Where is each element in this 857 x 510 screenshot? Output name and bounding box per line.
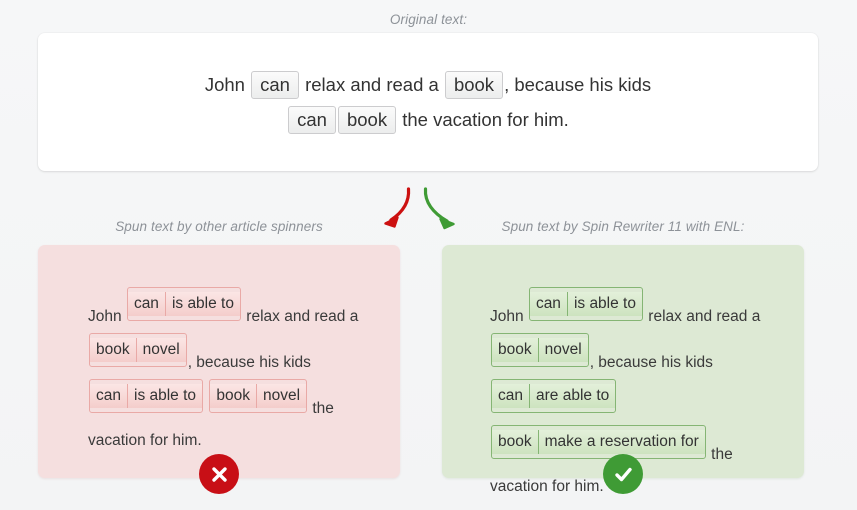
original-plain-text: relax and read a <box>299 74 444 95</box>
synonym-original[interactable]: can <box>492 384 529 408</box>
original-text-card: John can relax and read a book, because … <box>38 33 818 171</box>
other-spinners-text: John can is able to relax and read a book… <box>88 287 378 457</box>
synonym-pair[interactable]: can is able to <box>528 287 643 321</box>
original-text-caption: Original text: <box>389 12 468 27</box>
panel-plain-text: , because his kids <box>187 354 311 371</box>
synonym-pair[interactable]: book make a reservation for <box>491 425 706 459</box>
synonym-replacement[interactable]: novel <box>255 384 307 408</box>
synonym-replacement[interactable]: are able to <box>529 384 616 408</box>
panel-plain-text: relax and read a <box>246 308 359 325</box>
comparison-page: Original text: John can relax and read a… <box>0 0 857 510</box>
panel-plain-text: , because his kids <box>589 354 713 371</box>
synonym-pair[interactable]: can is able to <box>126 287 241 321</box>
synonym-original[interactable]: book <box>492 338 538 362</box>
original-plain-text: John <box>204 74 251 95</box>
synonym-original[interactable]: can <box>127 292 165 316</box>
original-chip[interactable]: book <box>444 71 504 99</box>
synonym-replacement[interactable]: novel <box>537 338 588 362</box>
synonym-original[interactable]: can <box>529 292 567 316</box>
synonym-replacement[interactable]: is able to <box>164 292 240 316</box>
synonym-original[interactable]: book <box>492 430 538 454</box>
panel-plain-text: relax and read a <box>648 308 761 325</box>
original-plain-text: the vacation for him. <box>397 109 569 130</box>
original-chip[interactable]: book <box>337 106 397 134</box>
incorrect-badge <box>199 454 239 494</box>
synonym-pair[interactable]: book novel <box>209 379 308 413</box>
panel-plain-text: John <box>490 308 524 325</box>
original-plain-text: , because his kids <box>504 74 652 95</box>
check-icon <box>614 467 632 481</box>
right-panel-caption: Spun text by Spin Rewriter 11 with ENL: <box>501 219 745 234</box>
other-spinners-panel: John can is able to relax and read a book… <box>38 245 400 478</box>
spin-rewriter-panel: John can is able to relax and read a book… <box>442 245 804 495</box>
synonym-replacement[interactable]: make a reservation for <box>537 430 705 454</box>
original-text-line-1: John can relax and read a book, because … <box>204 71 652 99</box>
original-text-line-2: can book the vacation for him. <box>287 106 569 134</box>
original-chip[interactable]: can <box>288 106 336 134</box>
synonym-original[interactable]: book <box>210 384 256 408</box>
panel-plain-text: John <box>88 308 122 325</box>
correct-badge <box>603 454 643 494</box>
synonym-pair[interactable]: can are able to <box>491 379 617 413</box>
synonym-pair[interactable]: book novel <box>89 333 187 367</box>
synonym-replacement[interactable]: is able to <box>566 292 642 316</box>
original-chip[interactable]: can <box>251 71 299 99</box>
synonym-pair[interactable]: can is able to <box>89 379 204 413</box>
cross-icon <box>211 466 227 482</box>
synonym-pair[interactable]: book novel <box>491 333 589 367</box>
left-panel-caption: Spun text by other article spinners <box>115 219 323 234</box>
synonym-original[interactable]: can <box>90 384 127 408</box>
synonym-replacement[interactable]: is able to <box>127 384 203 408</box>
original-text-body: John can relax and read a book, because … <box>205 67 651 137</box>
synonym-original[interactable]: book <box>90 338 136 362</box>
synonym-replacement[interactable]: novel <box>135 338 186 362</box>
